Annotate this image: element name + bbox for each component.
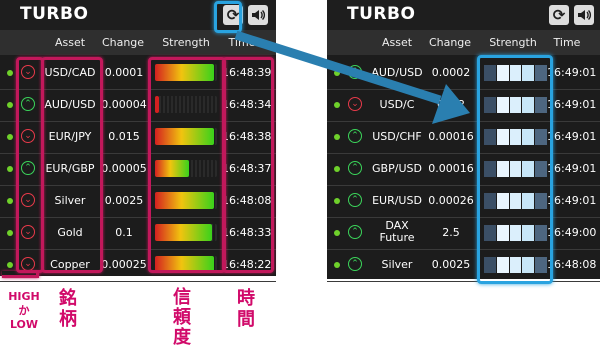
arrow-icon (234, 30, 470, 124)
asset-label-jp: 銘 柄 (59, 288, 77, 330)
high-low-label: HIGH か LOW (8, 290, 40, 331)
strength-label-jp: 信 頼 度 (173, 287, 191, 348)
time-label-jp: 時 間 (237, 288, 255, 330)
